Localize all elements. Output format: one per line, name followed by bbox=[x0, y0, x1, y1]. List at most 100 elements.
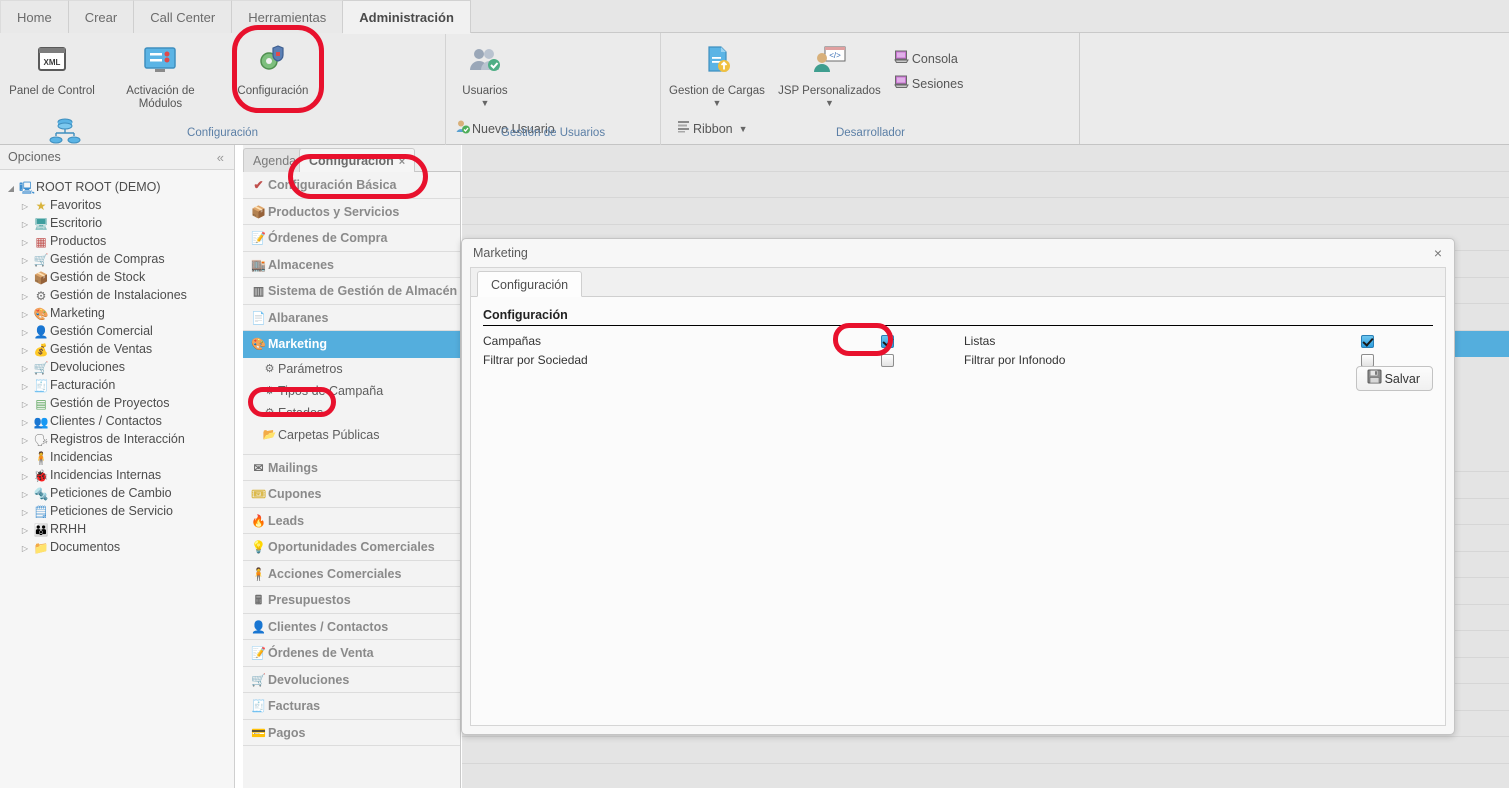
close-icon[interactable]: × bbox=[394, 156, 405, 168]
tree-node-gesti-n-de-instalaciones[interactable]: ▷ ⚙ Gestión de Instalaciones bbox=[0, 286, 234, 304]
tree-node-label: Devoluciones bbox=[50, 360, 126, 374]
modal-tab-configuracion[interactable]: Configuración bbox=[477, 271, 583, 297]
tree-node-registros-de-interacci-n[interactable]: ▷ 🗣Registros de Interacción bbox=[0, 430, 234, 448]
ribbon-tab-call-center[interactable]: Call Center bbox=[134, 0, 233, 33]
config-subitem-label: Parámetros bbox=[278, 361, 343, 376]
chevron-down-icon[interactable]: ▼ bbox=[771, 98, 887, 109]
ribbon-button-panel-de-control[interactable]: XML Panel de Control bbox=[6, 39, 98, 98]
config-item-pagos[interactable]: 💳 Pagos bbox=[243, 720, 460, 746]
tree-node-label: Gestión de Proyectos bbox=[50, 396, 170, 410]
ribbon-tab-home[interactable]: Home bbox=[0, 0, 69, 33]
config-subitem-carpetas-p-blicas[interactable]: 📂 Carpetas Públicas bbox=[243, 423, 460, 446]
config-item-label: Oportunidades Comerciales bbox=[268, 540, 435, 554]
tree-node-peticiones-de-servicio[interactable]: ▷ 🗒Peticiones de Servicio bbox=[0, 502, 234, 520]
tree-node-documentos[interactable]: ▷ 📁 Documentos bbox=[0, 538, 234, 556]
tree-node-devoluciones[interactable]: ▷ 🛒 Devoluciones bbox=[0, 358, 234, 376]
ribbon-tab-administracion[interactable]: Administración bbox=[343, 0, 471, 33]
campanas-checkbox[interactable] bbox=[881, 335, 894, 348]
options-tree: ◢ 🖳ROOT ROOT (DEMO) ▷ ★ Favoritos ▷ 🖥Escritor… bbox=[0, 170, 234, 556]
ribbon-item-consola[interactable]: Consola bbox=[892, 47, 969, 72]
tree-node-gesti-n-de-stock[interactable]: ▷ 📦 Gestión de Stock bbox=[0, 268, 234, 286]
config-item-label: Devoluciones bbox=[268, 672, 350, 687]
tree-node-gesti-n-de-ventas[interactable]: ▷ 💰 Gestión de Ventas bbox=[0, 340, 234, 358]
config-item-label: Marketing bbox=[268, 337, 328, 351]
config-item-acciones-comerciales[interactable]: 🧍 Acciones Comerciales bbox=[243, 561, 460, 587]
tree-node-label: Marketing bbox=[50, 306, 105, 320]
chevron-down-icon[interactable]: ▼ bbox=[667, 98, 767, 109]
config-item-almacenes[interactable]: 🏬 Almacenes bbox=[243, 252, 460, 278]
config-item-presupuestos[interactable]: 🖩 Presupuestos bbox=[243, 587, 460, 614]
config-item-facturas[interactable]: 🧾 Facturas bbox=[243, 693, 460, 720]
config-item-label: Mailings bbox=[268, 460, 319, 475]
tree-node-marketing[interactable]: ▷ 🎨 Marketing bbox=[0, 304, 234, 322]
config-item-mailings[interactable]: ✉ Mailings bbox=[243, 455, 460, 481]
salvar-button[interactable]: Salvar bbox=[1355, 366, 1433, 391]
ribbon-button-configuracion[interactable]: Configuración bbox=[223, 39, 323, 98]
config-item-albaranes[interactable]: 📄 Albaranes bbox=[243, 305, 460, 331]
ribbon-item-label: Sesiones bbox=[911, 77, 964, 91]
grid-row[interactable] bbox=[462, 737, 1509, 764]
config-item-configuraci-n-b-sica[interactable]: ✔ Configuración Básica bbox=[243, 172, 460, 199]
listas-label: Listas bbox=[964, 334, 996, 348]
config-item-devoluciones[interactable]: 🛒 Devoluciones bbox=[243, 667, 460, 693]
checkbox-box[interactable] bbox=[881, 335, 894, 348]
ribbon-button-gestion-de-cargas[interactable]: Gestion de Cargas ▼ bbox=[667, 39, 767, 109]
chevron-down-icon[interactable]: ▼ bbox=[452, 98, 518, 109]
grid-row[interactable] bbox=[462, 198, 1509, 225]
config-subitem-estados[interactable]: ⚙ Estados bbox=[243, 401, 460, 424]
listas-checkbox[interactable] bbox=[1361, 335, 1374, 348]
config-item-rdenes-de-compra[interactable]: 📝 Órdenes de Compra bbox=[243, 225, 460, 252]
config-item-cupones[interactable]: 🎟 Cupones bbox=[243, 481, 460, 508]
close-icon[interactable]: × bbox=[1434, 239, 1442, 267]
tree-node-productos[interactable]: ▷ ▦ Productos bbox=[0, 232, 234, 250]
ribbon-button-activacion-de-modulos[interactable]: Activación de Módulos bbox=[102, 39, 218, 111]
ribbon-button-jsp-personalizados[interactable]: </> JSP Personalizados ▼ bbox=[771, 39, 887, 109]
config-item-leads[interactable]: 🔥 Leads bbox=[243, 508, 460, 534]
tree-node-incidencias-internas[interactable]: ▷ 🐞 Incidencias Internas bbox=[0, 466, 234, 484]
filtrar-por-sociedad-checkbox[interactable] bbox=[881, 354, 894, 367]
xml-window-icon: XML bbox=[6, 45, 98, 83]
config-item-productos-y-servicios[interactable]: 📦 Productos y Servicios bbox=[243, 199, 460, 225]
tree-node-rrhh[interactable]: ▷ 👪 RRHH bbox=[0, 520, 234, 538]
checkbox-box[interactable] bbox=[881, 354, 894, 367]
ribbon-item-sesiones[interactable]: Sesiones bbox=[892, 72, 969, 97]
grid-row[interactable] bbox=[462, 145, 1509, 172]
tree-node-escritorio[interactable]: ▷ 🖥Escritorio bbox=[0, 214, 234, 232]
delivery-note-icon: 📄 bbox=[251, 310, 266, 325]
tree-node-label: Gestión de Stock bbox=[50, 270, 146, 284]
expand-arrow-icon[interactable]: ◢ bbox=[4, 180, 18, 198]
config-item-sistema-de-gesti-n-de-almac-n[interactable]: ▥ Sistema de Gestión de Almacén bbox=[243, 278, 460, 305]
document-tab-configuracion[interactable]: Configuración × bbox=[299, 148, 416, 172]
grid-row[interactable] bbox=[462, 764, 1509, 788]
config-subitem-par-metros[interactable]: ⚙ Parámetros bbox=[243, 357, 460, 380]
config-item-marketing[interactable]: 🎨 Marketing bbox=[243, 331, 460, 358]
desktop-icon: 🖥 bbox=[33, 216, 49, 231]
config-item-clientes-contactos[interactable]: 👤 Clientes / Contactos bbox=[243, 614, 460, 640]
tree-node-label: Gestión de Instalaciones bbox=[50, 288, 187, 302]
config-subitem-tipos-de-campa-a[interactable]: ⚙ Tipos de Campaña bbox=[243, 379, 460, 402]
ribbon-group-configuracion: XML Panel de Control Activación de Módul… bbox=[0, 33, 446, 169]
ribbon-button-label: Usuarios bbox=[462, 85, 508, 97]
tree-node-gesti-n-comercial[interactable]: ▷ 👤 Gestión Comercial bbox=[0, 322, 234, 340]
expand-arrow-icon[interactable]: ▷ bbox=[18, 540, 32, 558]
ribbon-tab-crear[interactable]: Crear bbox=[68, 0, 135, 33]
chevron-double-left-icon[interactable]: « bbox=[217, 145, 224, 170]
document-tab-agenda[interactable]: Agenda bbox=[243, 148, 307, 172]
tree-node-favoritos[interactable]: ▷ ★ Favoritos bbox=[0, 196, 234, 214]
config-item-oportunidades-comerciales[interactable]: 💡 Oportunidades Comerciales bbox=[243, 534, 460, 561]
checkbox-box[interactable] bbox=[1361, 335, 1374, 348]
tree-node-facturaci-n[interactable]: ▷ 🧾 Facturación bbox=[0, 376, 234, 394]
ribbon-button-usuarios[interactable]: Usuarios ▼ bbox=[452, 39, 518, 109]
tree-node-peticiones-de-cambio[interactable]: ▷ 🔩 Peticiones de Cambio bbox=[0, 484, 234, 502]
gear-icon: ⚙ bbox=[264, 363, 275, 376]
grid-row[interactable] bbox=[462, 172, 1509, 198]
ribbon-tab-herramientas[interactable]: Herramientas bbox=[232, 0, 344, 33]
tree-node-root[interactable]: ◢ 🖳ROOT ROOT (DEMO) bbox=[0, 178, 234, 196]
tree-node-clientes-contactos[interactable]: ▷ 👥 Clientes / Contactos bbox=[0, 412, 234, 430]
marketing-config-modal: Marketing × Configuración Configuración … bbox=[461, 238, 1455, 735]
tree-node-gesti-n-de-compras[interactable]: ▷ 🛒 Gestión de Compras bbox=[0, 250, 234, 268]
tree-node-label: RRHH bbox=[50, 522, 87, 536]
tree-node-gesti-n-de-proyectos[interactable]: ▷ ▤ Gestión de Proyectos bbox=[0, 394, 234, 412]
config-item-rdenes-de-venta[interactable]: 📝 Órdenes de Venta bbox=[243, 640, 460, 667]
tree-node-incidencias[interactable]: ▷ 🧍 Incidencias bbox=[0, 448, 234, 466]
